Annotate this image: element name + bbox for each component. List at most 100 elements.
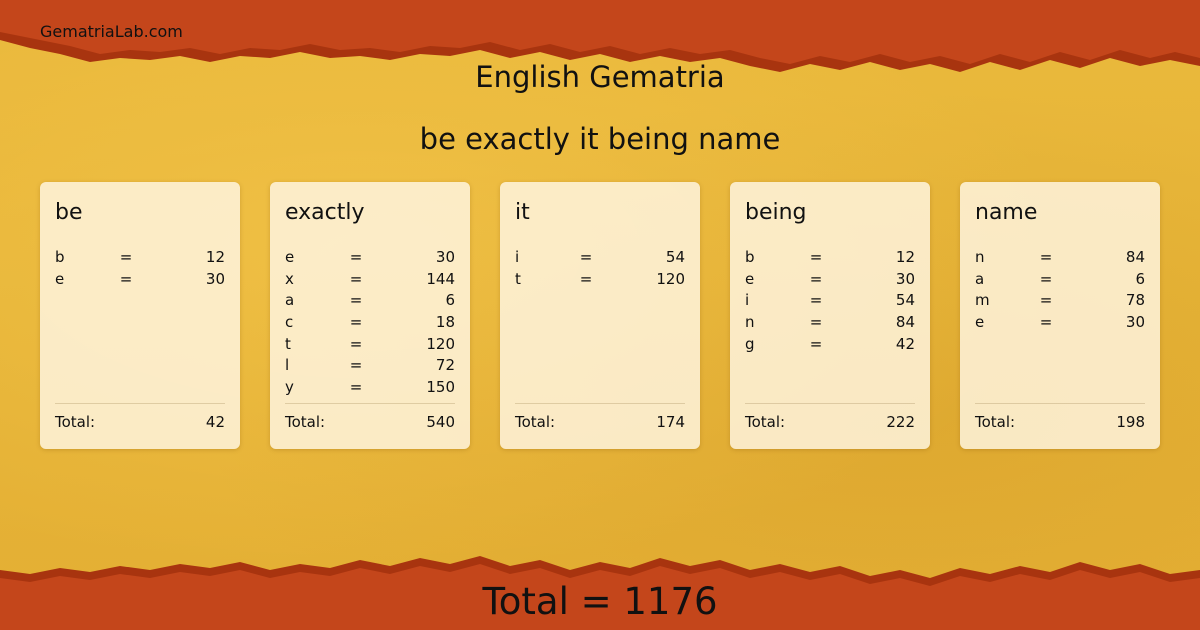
word-card-exactly: exactly e = 30 x = 144 a = 6 c = 18 t = 120 l = 72 y… bbox=[270, 182, 470, 449]
word-title: exactly bbox=[285, 200, 365, 225]
equals: = bbox=[809, 312, 823, 331]
letter-value: 30 bbox=[205, 269, 225, 288]
letter-value: 42 bbox=[895, 334, 915, 353]
letter: e bbox=[975, 312, 985, 331]
equals: = bbox=[579, 247, 593, 266]
letter: i bbox=[515, 247, 520, 266]
equals: = bbox=[119, 269, 133, 288]
letter-row: e = 30 bbox=[285, 246, 455, 268]
word-total: Total: 540 bbox=[285, 403, 455, 431]
letter-value: 72 bbox=[435, 356, 455, 375]
total-label: Total: bbox=[745, 413, 786, 431]
equals: = bbox=[1039, 247, 1053, 266]
word-cards: be b = 12 e = 30 Total: 42 exactly e = 30 x = 144… bbox=[40, 182, 1160, 449]
letter-list: b = 12 e = 30 i = 54 n = 84 g = 42 bbox=[745, 246, 915, 398]
word-total: Total: 222 bbox=[745, 403, 915, 431]
word-total: Total: 198 bbox=[975, 403, 1145, 431]
letter: n bbox=[745, 312, 755, 331]
page-title: English Gematria bbox=[475, 60, 725, 94]
letter-value: 18 bbox=[435, 312, 455, 331]
equals: = bbox=[809, 269, 823, 288]
letter-value: 120 bbox=[656, 269, 685, 288]
equals: = bbox=[349, 377, 363, 396]
letter-value: 6 bbox=[1135, 269, 1145, 288]
letter: g bbox=[745, 334, 755, 353]
letter: i bbox=[745, 291, 750, 310]
letter: m bbox=[975, 291, 990, 310]
letter-value: 150 bbox=[426, 377, 455, 396]
total-value: 198 bbox=[1116, 413, 1145, 431]
letter-value: 12 bbox=[895, 247, 915, 266]
total-value: 174 bbox=[656, 413, 685, 431]
letter-list: i = 54 t = 120 bbox=[515, 246, 685, 398]
equals: = bbox=[809, 247, 823, 266]
input-phrase: be exactly it being name bbox=[419, 122, 781, 156]
word-title: being bbox=[745, 200, 807, 225]
letter-row: t = 120 bbox=[285, 333, 455, 355]
letter-row: a = 6 bbox=[285, 289, 455, 311]
grand-total: Total = 1176 bbox=[482, 580, 718, 623]
letter: x bbox=[285, 269, 294, 288]
letter: t bbox=[515, 269, 521, 288]
letter-row: i = 54 bbox=[515, 246, 685, 268]
equals: = bbox=[349, 247, 363, 266]
letter-row: g = 42 bbox=[745, 333, 915, 355]
word-card-it: it i = 54 t = 120 Total: 174 bbox=[500, 182, 700, 449]
equals: = bbox=[809, 334, 823, 353]
letter-value: 54 bbox=[895, 291, 915, 310]
letter-list: b = 12 e = 30 bbox=[55, 246, 225, 398]
letter: a bbox=[285, 291, 295, 310]
letter-value: 12 bbox=[205, 247, 225, 266]
letter-value: 78 bbox=[1125, 291, 1145, 310]
letter-row: a = 6 bbox=[975, 268, 1145, 290]
letter-row: n = 84 bbox=[975, 246, 1145, 268]
total-value: 222 bbox=[886, 413, 915, 431]
equals: = bbox=[349, 312, 363, 331]
letter: t bbox=[285, 334, 291, 353]
letter-row: e = 30 bbox=[975, 311, 1145, 333]
letter: b bbox=[745, 247, 755, 266]
letter-row: n = 84 bbox=[745, 311, 915, 333]
letter-list: n = 84 a = 6 m = 78 e = 30 bbox=[975, 246, 1145, 398]
total-value: 540 bbox=[426, 413, 455, 431]
equals: = bbox=[349, 269, 363, 288]
letter: y bbox=[285, 377, 294, 396]
letter-row: l = 72 bbox=[285, 354, 455, 376]
word-card-be: be b = 12 e = 30 Total: 42 bbox=[40, 182, 240, 449]
equals: = bbox=[349, 291, 363, 310]
letter: a bbox=[975, 269, 985, 288]
total-label: Total: bbox=[515, 413, 556, 431]
letter: c bbox=[285, 312, 294, 331]
equals: = bbox=[349, 334, 363, 353]
letter-list: e = 30 x = 144 a = 6 c = 18 t = 120 l = 72 y = 150 bbox=[285, 246, 455, 398]
equals: = bbox=[1039, 312, 1053, 331]
letter-value: 6 bbox=[445, 291, 455, 310]
equals: = bbox=[1039, 269, 1053, 288]
word-title: it bbox=[515, 200, 530, 225]
total-value: 42 bbox=[205, 413, 225, 431]
equals: = bbox=[1039, 291, 1053, 310]
word-total: Total: 42 bbox=[55, 403, 225, 431]
letter-value: 120 bbox=[426, 334, 455, 353]
equals: = bbox=[119, 247, 133, 266]
site-logo-text[interactable]: GematriaLab.com bbox=[40, 22, 183, 41]
letter-row: t = 120 bbox=[515, 268, 685, 290]
letter-row: m = 78 bbox=[975, 289, 1145, 311]
letter-row: i = 54 bbox=[745, 289, 915, 311]
word-title: name bbox=[975, 200, 1038, 225]
equals: = bbox=[809, 291, 823, 310]
letter-value: 84 bbox=[895, 312, 915, 331]
letter-value: 30 bbox=[1125, 312, 1145, 331]
letter-value: 84 bbox=[1125, 247, 1145, 266]
word-card-being: being b = 12 e = 30 i = 54 n = 84 g = 42 Total: 222 bbox=[730, 182, 930, 449]
total-label: Total: bbox=[975, 413, 1016, 431]
equals: = bbox=[579, 269, 593, 288]
word-total: Total: 174 bbox=[515, 403, 685, 431]
letter: e bbox=[745, 269, 755, 288]
letter-value: 30 bbox=[895, 269, 915, 288]
letter: e bbox=[55, 269, 65, 288]
letter-value: 30 bbox=[435, 247, 455, 266]
letter-row: e = 30 bbox=[55, 268, 225, 290]
letter-row: y = 150 bbox=[285, 376, 455, 398]
equals: = bbox=[349, 356, 363, 375]
